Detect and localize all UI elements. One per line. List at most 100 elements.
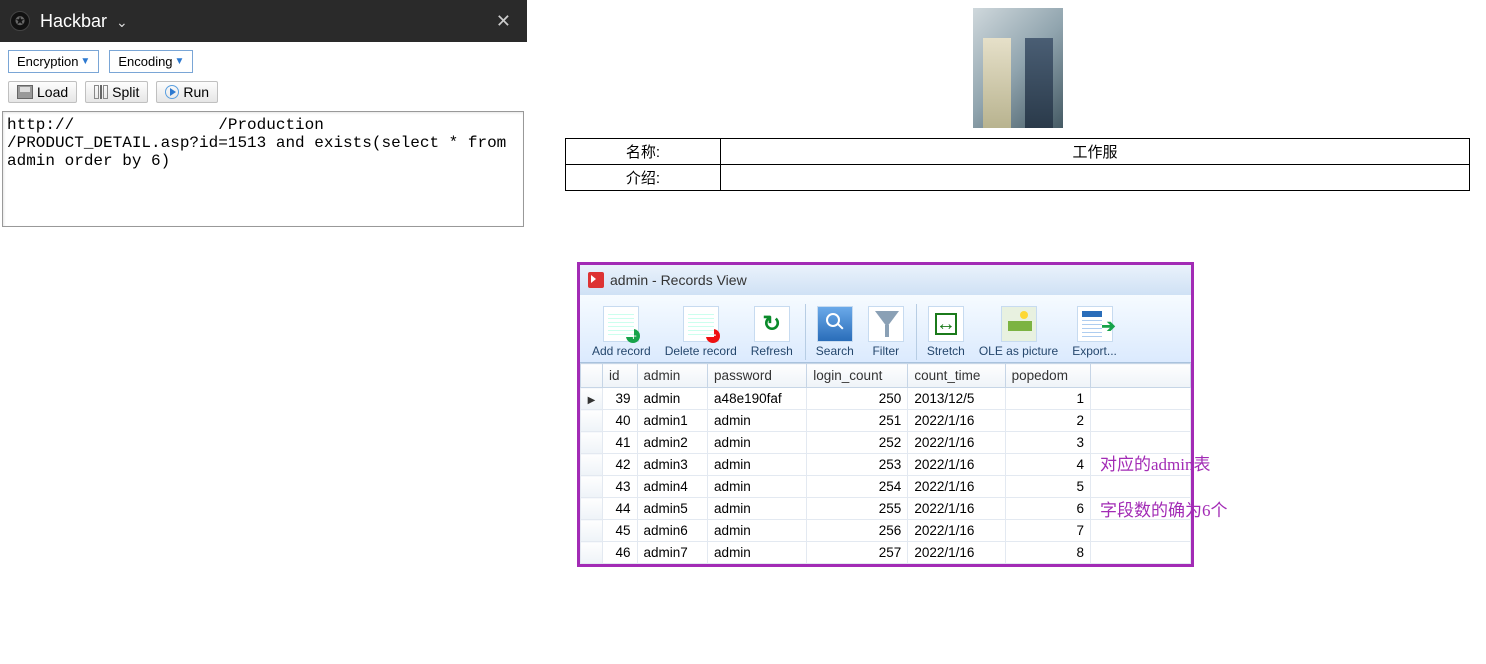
cell-password[interactable]: admin: [708, 454, 807, 476]
column-header-admin[interactable]: admin: [637, 364, 708, 388]
close-icon[interactable]: ✕: [490, 11, 517, 32]
cell-admin[interactable]: admin3: [637, 454, 708, 476]
row-selector[interactable]: [581, 454, 603, 476]
cell-popedom[interactable]: 8: [1005, 542, 1090, 564]
cell-popedom[interactable]: 5: [1005, 476, 1090, 498]
cell-popedom[interactable]: 6: [1005, 498, 1090, 520]
cell-login_count[interactable]: 257: [807, 542, 908, 564]
ole-label: OLE as picture: [979, 344, 1058, 358]
cell-popedom[interactable]: 4: [1005, 454, 1090, 476]
encoding-menu-label: Encoding: [118, 54, 172, 69]
add-record-label: Add record: [592, 344, 651, 358]
cell-count_time[interactable]: 2013/12/5: [908, 388, 1005, 410]
ole-button[interactable]: OLE as picture: [973, 304, 1064, 360]
cell-id[interactable]: 46: [603, 542, 638, 564]
cell-count_time[interactable]: 2022/1/16: [908, 454, 1005, 476]
row-selector[interactable]: [581, 476, 603, 498]
column-header-id[interactable]: id: [603, 364, 638, 388]
url-input[interactable]: [2, 111, 524, 227]
cell-login_count[interactable]: 256: [807, 520, 908, 542]
cell-id[interactable]: 45: [603, 520, 638, 542]
cell-admin[interactable]: admin: [637, 388, 708, 410]
records-toolbar: Add record Delete record Refresh Search …: [580, 295, 1191, 363]
cell-popedom[interactable]: 2: [1005, 410, 1090, 432]
chevron-down-icon[interactable]: ⌄: [116, 14, 128, 30]
hackbar-header: ✪ Hackbar ⌄ ✕: [0, 0, 527, 42]
cell-id[interactable]: 39: [603, 388, 638, 410]
encoding-menu[interactable]: Encoding ▼: [109, 50, 193, 73]
cell-password[interactable]: admin: [708, 542, 807, 564]
hackbar-panel: ✪ Hackbar ⌄ ✕ Encryption ▼ Encoding ▼ Lo…: [0, 0, 527, 232]
cell-count_time[interactable]: 2022/1/16: [908, 498, 1005, 520]
app-icon: [588, 272, 604, 288]
refresh-button[interactable]: Refresh: [745, 304, 799, 360]
cell-admin[interactable]: admin1: [637, 410, 708, 432]
cell-id[interactable]: 42: [603, 454, 638, 476]
column-header-password[interactable]: password: [708, 364, 807, 388]
cell-admin[interactable]: admin7: [637, 542, 708, 564]
encryption-menu[interactable]: Encryption ▼: [8, 50, 99, 73]
cell-count_time[interactable]: 2022/1/16: [908, 432, 1005, 454]
split-button[interactable]: Split: [85, 81, 148, 103]
cell-password[interactable]: a48e190faf: [708, 388, 807, 410]
cell-popedom[interactable]: 3: [1005, 432, 1090, 454]
table-row[interactable]: 43admin4admin2542022/1/165: [581, 476, 1191, 498]
cell-count_time[interactable]: 2022/1/16: [908, 410, 1005, 432]
cell-count_time[interactable]: 2022/1/16: [908, 476, 1005, 498]
delete-record-button[interactable]: Delete record: [659, 304, 743, 360]
cell-popedom[interactable]: 1: [1005, 388, 1090, 410]
cell-id[interactable]: 40: [603, 410, 638, 432]
row-selector[interactable]: [581, 498, 603, 520]
run-button[interactable]: Run: [156, 81, 218, 103]
cell-login_count[interactable]: 254: [807, 476, 908, 498]
row-selector[interactable]: [581, 388, 603, 410]
split-icon: [94, 85, 108, 99]
table-row[interactable]: 39admina48e190faf2502013/12/51: [581, 388, 1191, 410]
cell-login_count[interactable]: 255: [807, 498, 908, 520]
cell-login_count[interactable]: 253: [807, 454, 908, 476]
search-button[interactable]: Search: [805, 304, 860, 360]
cell-password[interactable]: admin: [708, 498, 807, 520]
load-button[interactable]: Load: [8, 81, 77, 103]
cell-id[interactable]: 43: [603, 476, 638, 498]
column-header-popedom[interactable]: popedom: [1005, 364, 1090, 388]
table-row[interactable]: 41admin2admin2522022/1/163: [581, 432, 1191, 454]
cell-password[interactable]: admin: [708, 410, 807, 432]
cell-password[interactable]: admin: [708, 476, 807, 498]
cell-admin[interactable]: admin5: [637, 498, 708, 520]
cell-admin[interactable]: admin6: [637, 520, 708, 542]
table-row[interactable]: 42admin3admin2532022/1/164: [581, 454, 1191, 476]
table-row[interactable]: 44admin5admin2552022/1/166: [581, 498, 1191, 520]
row-selector[interactable]: [581, 432, 603, 454]
table-row[interactable]: 46admin7admin2572022/1/168: [581, 542, 1191, 564]
row-selector[interactable]: [581, 542, 603, 564]
cell-count_time[interactable]: 2022/1/16: [908, 542, 1005, 564]
cell-login_count[interactable]: 251: [807, 410, 908, 432]
stretch-button[interactable]: Stretch: [916, 304, 971, 360]
cell-popedom[interactable]: 7: [1005, 520, 1090, 542]
dropdown-icon: ▼: [175, 56, 185, 67]
table-row[interactable]: 40admin1admin2512022/1/162: [581, 410, 1191, 432]
row-selector[interactable]: [581, 410, 603, 432]
cell-password[interactable]: admin: [708, 432, 807, 454]
cell-admin[interactable]: admin2: [637, 432, 708, 454]
add-record-button[interactable]: Add record: [586, 304, 657, 360]
filter-button[interactable]: Filter: [862, 304, 910, 360]
row-selector[interactable]: [581, 520, 603, 542]
product-table: 名称: 工作服 介绍:: [565, 138, 1470, 191]
column-header-login_count[interactable]: login_count: [807, 364, 908, 388]
cell-id[interactable]: 44: [603, 498, 638, 520]
export-button[interactable]: Export...: [1066, 304, 1123, 360]
column-header-count_time[interactable]: count_time: [908, 364, 1005, 388]
cell-login_count[interactable]: 252: [807, 432, 908, 454]
filter-label: Filter: [872, 344, 899, 358]
cell-id[interactable]: 41: [603, 432, 638, 454]
cell-admin[interactable]: admin4: [637, 476, 708, 498]
cell-login_count[interactable]: 250: [807, 388, 908, 410]
dropdown-icon: ▼: [80, 56, 90, 67]
cell-password[interactable]: admin: [708, 520, 807, 542]
cell-empty: [1091, 410, 1191, 432]
cell-count_time[interactable]: 2022/1/16: [908, 520, 1005, 542]
table-row[interactable]: 45admin6admin2562022/1/167: [581, 520, 1191, 542]
product-intro-row: 介绍:: [566, 165, 1470, 191]
